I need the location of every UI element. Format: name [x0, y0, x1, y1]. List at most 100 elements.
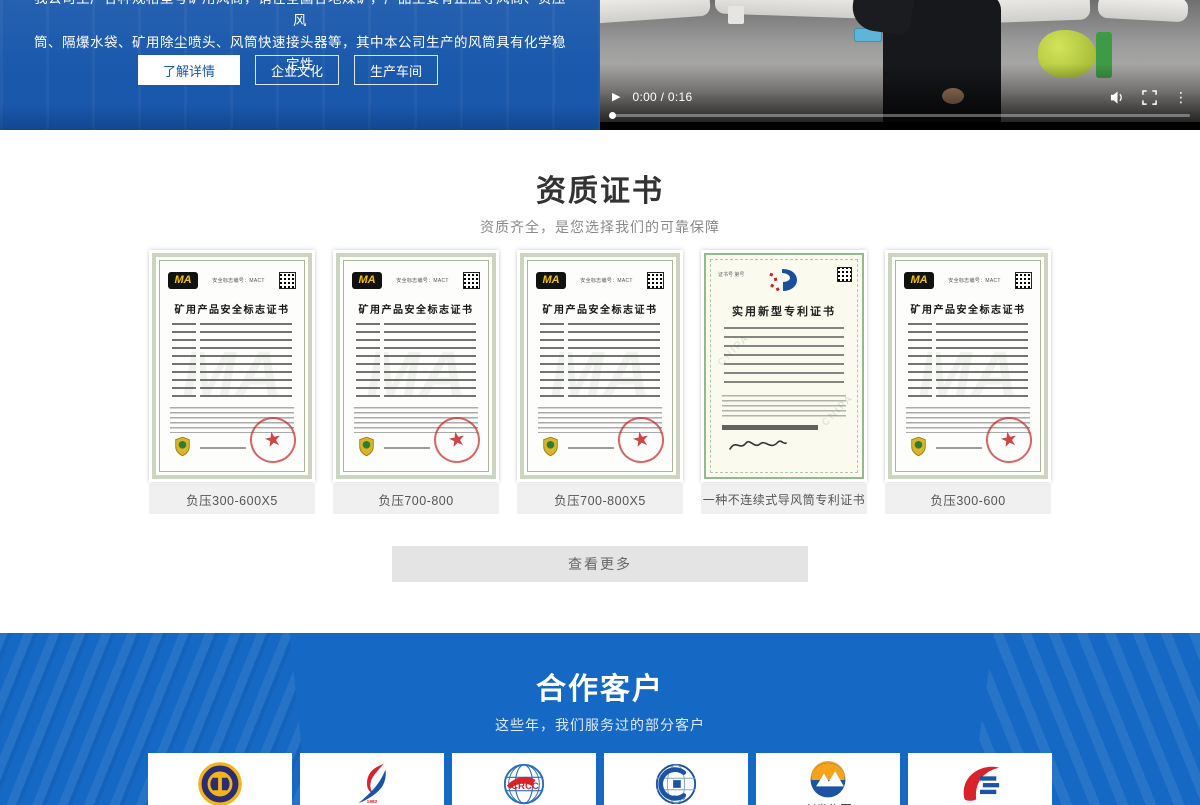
production-workshop-button[interactable]: 生产车间 — [354, 55, 438, 85]
xc-logo-year: 1982 — [367, 799, 378, 805]
crec-globe-icon: CREC — [653, 761, 699, 805]
certificate-header: MA 安全标志编号：MACT — [536, 271, 664, 289]
video-player[interactable]: ▶ 0:00 / 0:16 ⋮ — [600, 0, 1200, 130]
certificate-image[interactable]: MA MA 安全标志编号：MACT 矿用产品安全标志证书 ★ — [517, 250, 683, 482]
ma-safety-mark-logo: MA — [904, 272, 934, 289]
certificate-title-text: 矿用产品安全标志证书 — [156, 301, 308, 316]
crec-logo-text: CREC — [669, 795, 685, 801]
certificate-card: MA MA 安全标志编号：MACT 矿用产品安全标志证书 ★ — [517, 250, 683, 514]
certificate-title-text: 矿用产品安全标志证书 — [340, 301, 492, 316]
certificate-card: MA MA 安全标志编号：MACT 矿用产品安全标志证书 ★ — [885, 250, 1051, 514]
volume-icon[interactable] — [1110, 90, 1125, 105]
certificate-number: 安全标志编号：MACT — [934, 277, 1015, 284]
certificate-frame: MA MA 安全标志编号：MACT 矿用产品安全标志证书 ★ — [152, 253, 312, 479]
client-card — [908, 753, 1052, 805]
cnipa-logo — [766, 267, 802, 295]
certificate-field-rows — [356, 323, 476, 397]
certificate-image[interactable]: MA MA 安全标志编号：MACT 矿用产品安全标志证书 ★ — [149, 250, 315, 482]
certificate-number: 安全标志编号：MACT — [566, 277, 647, 284]
client-card: 1982 — [300, 753, 444, 805]
client-logo-list: 1982 CRCC CREC — [148, 753, 1052, 805]
patent-field-rows — [724, 327, 844, 389]
certificate-caption: 负压700-800 — [333, 484, 499, 514]
ma-safety-mark-logo: MA — [352, 272, 382, 289]
certificate-header: MA 安全标志编号：MACT — [168, 271, 296, 289]
ma-safety-mark-logo: MA — [536, 272, 566, 289]
video-bucket — [728, 6, 744, 24]
client-card: 兴发集团 — [756, 753, 900, 805]
shield-badge-icon — [174, 436, 191, 457]
video-letterbox-bar — [600, 122, 1200, 130]
certificate-image[interactable]: CNIPA CNIPA 证书号 第号 实用新型专利证书 — [701, 250, 867, 482]
client-name-text: 兴发集团 — [804, 801, 852, 805]
qr-code-icon — [837, 267, 852, 282]
qr-code-icon — [1015, 272, 1032, 289]
view-more-button[interactable]: 查看更多 — [392, 546, 808, 582]
signature-line — [936, 447, 982, 449]
certificate-number: 安全标志编号：MACT — [198, 277, 279, 284]
sun-sail-circle-icon — [809, 761, 847, 799]
client-card — [148, 753, 292, 805]
video-progress-knob[interactable] — [609, 112, 616, 119]
crcc-globe-icon: CRCC — [501, 761, 547, 805]
certificate-frame: MA MA 安全标志编号：MACT 矿用产品安全标志证书 ★ — [888, 253, 1048, 479]
video-right-controls: ⋮ — [1110, 90, 1188, 105]
shield-badge-icon — [358, 436, 375, 457]
seal-star: ★ — [630, 428, 652, 451]
video-progress-bar[interactable] — [610, 114, 1190, 117]
patent-certificate-frame: CNIPA CNIPA 证书号 第号 实用新型专利证书 — [704, 253, 864, 479]
shield-badge-icon — [910, 436, 927, 457]
certificate-number: 安全标志编号：MACT — [382, 277, 463, 284]
fullscreen-icon[interactable] — [1142, 90, 1157, 105]
signature-scribble — [728, 435, 788, 455]
qr-code-icon — [279, 272, 296, 289]
learn-more-button[interactable]: 了解详情 — [138, 55, 240, 85]
certificate-card: MA MA 安全标志编号：MACT 矿用产品安全标志证书 ★ — [333, 250, 499, 514]
certificate-frame: MA MA 安全标志编号：MACT 矿用产品安全标志证书 ★ — [520, 253, 680, 479]
ma-safety-mark-logo: MA — [168, 272, 198, 289]
qr-code-icon — [647, 272, 664, 289]
video-more-options-icon[interactable]: ⋮ — [1174, 90, 1188, 104]
certificate-header: MA 安全标志编号：MACT — [352, 271, 480, 289]
hero-section: 我公司生产各种规格型号矿用风筒，销往全国各地煤矿，产品主要有正压导风筒、负压风 … — [0, 0, 1200, 130]
client-card: CRCC — [452, 753, 596, 805]
certificate-card: CNIPA CNIPA 证书号 第号 实用新型专利证书 — [701, 250, 867, 514]
certificate-title-text: 矿用产品安全标志证书 — [524, 301, 676, 316]
certificates-section: 资质证书 资质齐全，是您选择我们的可靠保障 MA MA 安全标志编号：MACT … — [0, 130, 1200, 633]
xc-swoosh-icon: 1982 — [349, 761, 395, 805]
certificate-title-text: 矿用产品安全标志证书 — [892, 301, 1044, 316]
qr-code-icon — [463, 272, 480, 289]
certificate-image[interactable]: MA MA 安全标志编号：MACT 矿用产品安全标志证书 ★ — [885, 250, 1051, 482]
certificates-subtitle: 资质齐全，是您选择我们的可靠保障 — [0, 219, 1200, 236]
hero-intro-panel: 我公司生产各种规格型号矿用风筒，销往全国各地煤矿，产品主要有正压导风筒、负压风 … — [0, 0, 600, 130]
certificate-field-rows — [908, 323, 1028, 397]
client-card: CREC — [604, 753, 748, 805]
play-icon[interactable]: ▶ — [612, 92, 620, 103]
signature-line — [384, 447, 430, 449]
intro-line-1: 我公司生产各种规格型号矿用风筒，销往全国各地煤矿，产品主要有正压导风筒、负压风 — [28, 0, 572, 32]
certificate-caption: 负压300-600X5 — [149, 484, 315, 514]
certificate-caption: 负压300-600 — [885, 484, 1051, 514]
certificate-field-rows — [540, 323, 660, 397]
certificate-caption: 负压700-800X5 — [517, 484, 683, 514]
certificate-list: MA MA 安全标志编号：MACT 矿用产品安全标志证书 ★ — [149, 250, 1051, 514]
certificates-title: 资质证书 — [0, 175, 1200, 209]
seal-star: ★ — [262, 428, 284, 451]
patent-title-text: 实用新型专利证书 — [706, 303, 862, 319]
clients-section: 合作客户 这些年，我们服务过的部分客户 1982 — [0, 633, 1200, 805]
certificate-image[interactable]: MA MA 安全标志编号：MACT 矿用产品安全标志证书 ★ — [333, 250, 499, 482]
certificate-card: MA MA 安全标志编号：MACT 矿用产品安全标志证书 ★ — [149, 250, 315, 514]
patent-paragraph — [722, 395, 846, 417]
seal-star: ★ — [998, 428, 1020, 451]
shield-badge-icon — [542, 436, 559, 457]
certificate-field-rows — [172, 323, 292, 397]
certificate-frame: MA MA 安全标志编号：MACT 矿用产品安全标志证书 ★ — [336, 253, 496, 479]
company-culture-button[interactable]: 企业文化 — [255, 55, 339, 85]
video-time-display: 0:00 / 0:16 — [632, 90, 692, 104]
certificate-header: MA 安全标志编号：MACT — [904, 271, 1032, 289]
clients-title: 合作客户 — [0, 633, 1200, 707]
signature-line — [200, 447, 246, 449]
red-swoosh-rail-icon — [957, 761, 1003, 805]
clients-subtitle: 这些年，我们服务过的部分客户 — [0, 717, 1200, 734]
china-railway-emblem-icon — [197, 761, 243, 805]
